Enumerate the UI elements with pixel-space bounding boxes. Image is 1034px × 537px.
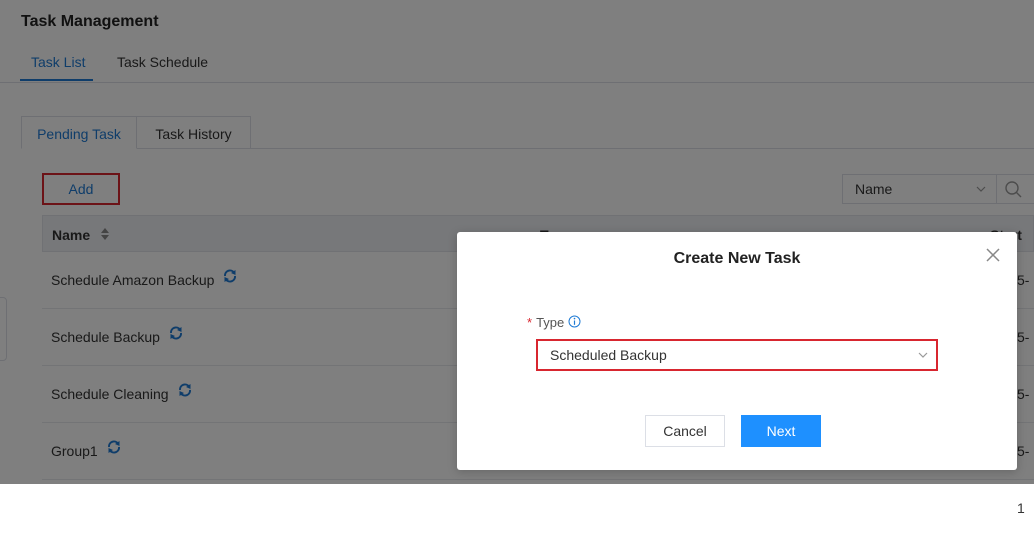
close-icon[interactable] xyxy=(984,246,1002,264)
type-label-text: Type xyxy=(536,315,565,330)
info-icon[interactable] xyxy=(568,315,581,331)
cancel-button[interactable]: Cancel xyxy=(645,415,725,447)
chevron-down-icon xyxy=(918,341,928,381)
type-field-label: * Type xyxy=(527,315,581,331)
type-select[interactable]: Scheduled Backup xyxy=(536,339,938,371)
type-select-value: Scheduled Backup xyxy=(550,347,667,363)
create-task-dialog: Create New Task * Type Scheduled Backup C… xyxy=(457,232,1017,470)
next-button[interactable]: Next xyxy=(741,415,821,447)
required-mark: * xyxy=(527,315,533,330)
dialog-title: Create New Task xyxy=(673,250,801,267)
